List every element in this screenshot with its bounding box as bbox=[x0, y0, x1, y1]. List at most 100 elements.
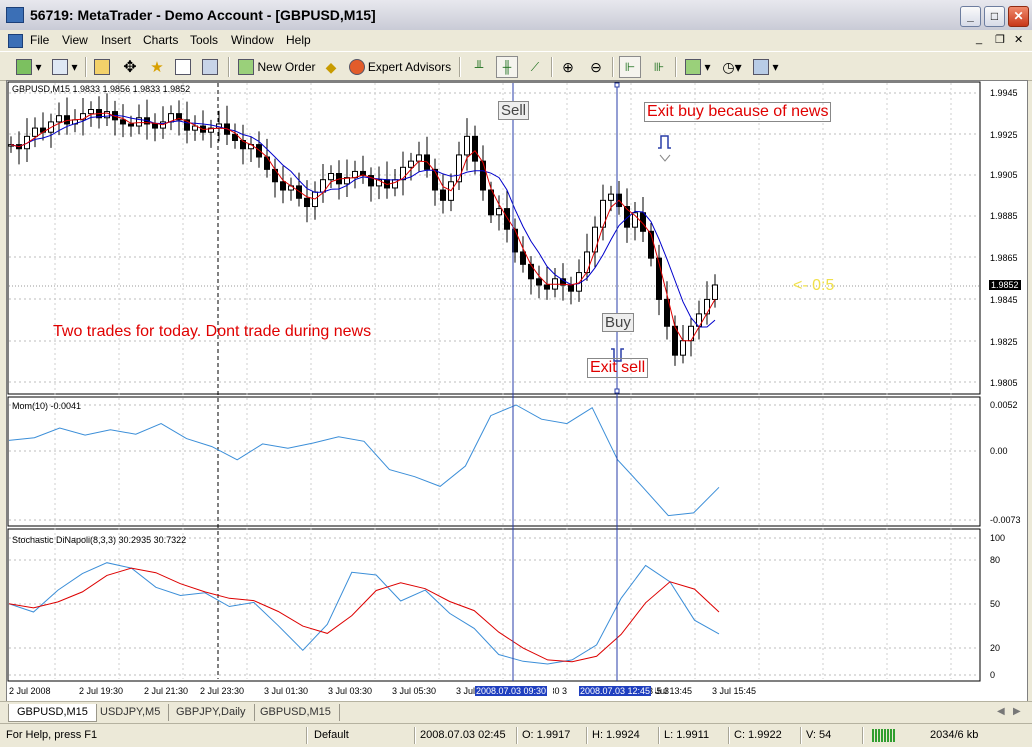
toolbar-separator bbox=[675, 57, 677, 77]
close-button[interactable]: ✕ bbox=[1008, 6, 1029, 27]
tab-gbpusd-m15-2[interactable]: GBPUSD,M15 bbox=[252, 704, 340, 721]
crosshair-icon: ✥ bbox=[123, 59, 137, 76]
candlestick-button[interactable]: ╫ bbox=[496, 56, 518, 78]
exit-buy-label: Exit buy because of news bbox=[644, 102, 832, 122]
chart-window[interactable]: GBPUSD,M15 1.9833 1.9856 1.9833 1.9852 M… bbox=[6, 80, 1028, 702]
price-tick: 1.9805 bbox=[990, 378, 1018, 388]
clock-icon: ◷ bbox=[722, 58, 735, 75]
tab-gbpusd-m15[interactable]: GBPUSD,M15 bbox=[8, 704, 97, 722]
tab-gbpjpy-daily[interactable]: GBPJPY,Daily bbox=[168, 704, 255, 721]
tab-scroll-right-icon[interactable]: ▶ bbox=[1013, 706, 1021, 717]
chart-tabs: GBPUSD,M15 USDJPY,M5 GBPJPY,Daily GBPUSD… bbox=[0, 701, 1032, 724]
crosshair-button[interactable]: ✥ bbox=[119, 56, 141, 78]
child-minimize-icon[interactable]: _ bbox=[976, 33, 982, 45]
zoom-out-button[interactable]: ⊖ bbox=[585, 56, 607, 78]
candlestick-icon: ╫ bbox=[502, 60, 512, 74]
candle-body bbox=[568, 284, 574, 292]
highlighted-time-buy: 2008.07.03 12:45 bbox=[579, 686, 652, 696]
moving-averages bbox=[10, 112, 716, 342]
chevron-down-icon bbox=[659, 154, 671, 162]
chart-canvas[interactable] bbox=[7, 81, 1027, 701]
maximize-button[interactable]: □ bbox=[984, 6, 1005, 27]
time-tick: 2 Jul 21:30 bbox=[144, 686, 189, 696]
time-tick: 2 Jul 23:30 bbox=[200, 686, 245, 696]
new-order-icon bbox=[238, 59, 255, 75]
periods-button[interactable]: ◷ ▾ bbox=[716, 56, 748, 78]
time-tick: 2 Jul 2008 bbox=[9, 686, 51, 696]
warning-icon: ◆ bbox=[325, 58, 337, 75]
stochastic-panel-label: Stochastic DiNapoli(8,3,3) 30.2935 30.73… bbox=[12, 535, 187, 545]
new-order-button[interactable]: New Order bbox=[236, 56, 318, 78]
stochastic-panel-frame bbox=[7, 528, 981, 682]
terminal-button[interactable] bbox=[173, 56, 195, 78]
chart-shift-button[interactable]: ⊪ bbox=[648, 56, 670, 78]
status-separator bbox=[306, 727, 308, 744]
stochastic-tick: 50 bbox=[990, 599, 1001, 609]
menu-help[interactable]: Help bbox=[286, 33, 311, 47]
price-tick: 1.9865 bbox=[990, 253, 1018, 263]
templates-button[interactable]: ▾ bbox=[750, 56, 782, 78]
momentum-panel-label: Mom(10) -0.0041 bbox=[12, 401, 82, 411]
status-separator bbox=[728, 727, 730, 744]
current-price-tag: 1.9852 bbox=[989, 280, 1021, 290]
exit-sell-label: Exit sell bbox=[587, 358, 649, 378]
momentum-line bbox=[8, 404, 720, 517]
expert-advisors-button[interactable]: Expert Advisors bbox=[346, 56, 454, 78]
indicators-button[interactable]: ▾ bbox=[682, 56, 714, 78]
indicators-icon bbox=[685, 59, 702, 75]
minimize-button[interactable]: _ bbox=[960, 6, 981, 27]
time-tick: 3 Jul 03:30 bbox=[328, 686, 373, 696]
buy-label: Buy bbox=[602, 313, 634, 332]
tab-scroll-left-icon[interactable]: ◀ bbox=[997, 706, 1005, 717]
auto-scroll-button[interactable]: ⊩ bbox=[619, 56, 641, 78]
time-tick: 2 Jul 19:30 bbox=[79, 686, 124, 696]
candle-body bbox=[392, 179, 398, 189]
menu-insert[interactable]: Insert bbox=[101, 33, 131, 47]
candle-body bbox=[64, 115, 70, 125]
status-high: H: 1.9924 bbox=[592, 729, 640, 741]
price-tick: 1.9945 bbox=[990, 88, 1018, 98]
line-chart-icon: ⟋ bbox=[530, 59, 540, 74]
status-bar: For Help, press F1 Default 2008.07.03 02… bbox=[0, 723, 1032, 747]
toolbar-separator bbox=[612, 57, 614, 77]
tab-usdjpy-m5[interactable]: USDJPY,M5 bbox=[92, 704, 170, 721]
alert-button[interactable]: ◆ bbox=[320, 56, 342, 78]
line-chart-button[interactable]: ⟋ bbox=[524, 56, 546, 78]
menu-charts[interactable]: Charts bbox=[143, 33, 178, 47]
status-datetime: 2008.07.03 02:45 bbox=[420, 729, 506, 741]
stochastic-tick: 20 bbox=[990, 643, 1001, 653]
menu-file[interactable]: File bbox=[30, 33, 49, 47]
candle-body bbox=[584, 251, 590, 274]
favorites-button[interactable]: ★ bbox=[146, 56, 168, 78]
candle-body bbox=[472, 135, 478, 162]
tester-button[interactable] bbox=[200, 56, 222, 78]
toolbar-separator bbox=[551, 57, 553, 77]
bar-chart-button[interactable]: ╨ bbox=[468, 56, 490, 78]
profiles-icon bbox=[52, 59, 69, 75]
menu-window[interactable]: Window bbox=[231, 33, 274, 47]
time-tick: 3 Jul 15:45 bbox=[712, 686, 757, 696]
terminal-icon bbox=[174, 59, 191, 75]
profiles-button[interactable]: ▾ bbox=[48, 56, 82, 78]
child-close-icon[interactable]: ✕ bbox=[1014, 33, 1023, 46]
exit-buy-arrow-icon bbox=[658, 135, 671, 149]
candle-body bbox=[432, 168, 438, 191]
child-restore-icon[interactable]: ❐ bbox=[995, 33, 1005, 46]
toolbar-separator bbox=[85, 57, 87, 77]
candle-body bbox=[304, 197, 310, 208]
menu-tools[interactable]: Tools bbox=[190, 33, 218, 47]
new-chart-button[interactable]: ▾ bbox=[12, 56, 46, 78]
candle-body bbox=[56, 115, 62, 123]
expert-advisors-label: Expert Advisors bbox=[367, 60, 452, 74]
star-icon: ★ bbox=[150, 59, 164, 76]
moving-average-slow bbox=[10, 114, 716, 328]
candle-body bbox=[256, 144, 262, 158]
candle-body bbox=[120, 119, 126, 125]
zoom-in-button[interactable]: ⊕ bbox=[557, 56, 579, 78]
candle-body bbox=[528, 263, 534, 280]
time-tick: 3 Jul 13:45 bbox=[648, 686, 693, 696]
market-watch-button[interactable] bbox=[92, 56, 114, 78]
menu-view[interactable]: View bbox=[62, 33, 88, 47]
candle-body bbox=[152, 123, 158, 129]
status-separator bbox=[516, 727, 518, 744]
